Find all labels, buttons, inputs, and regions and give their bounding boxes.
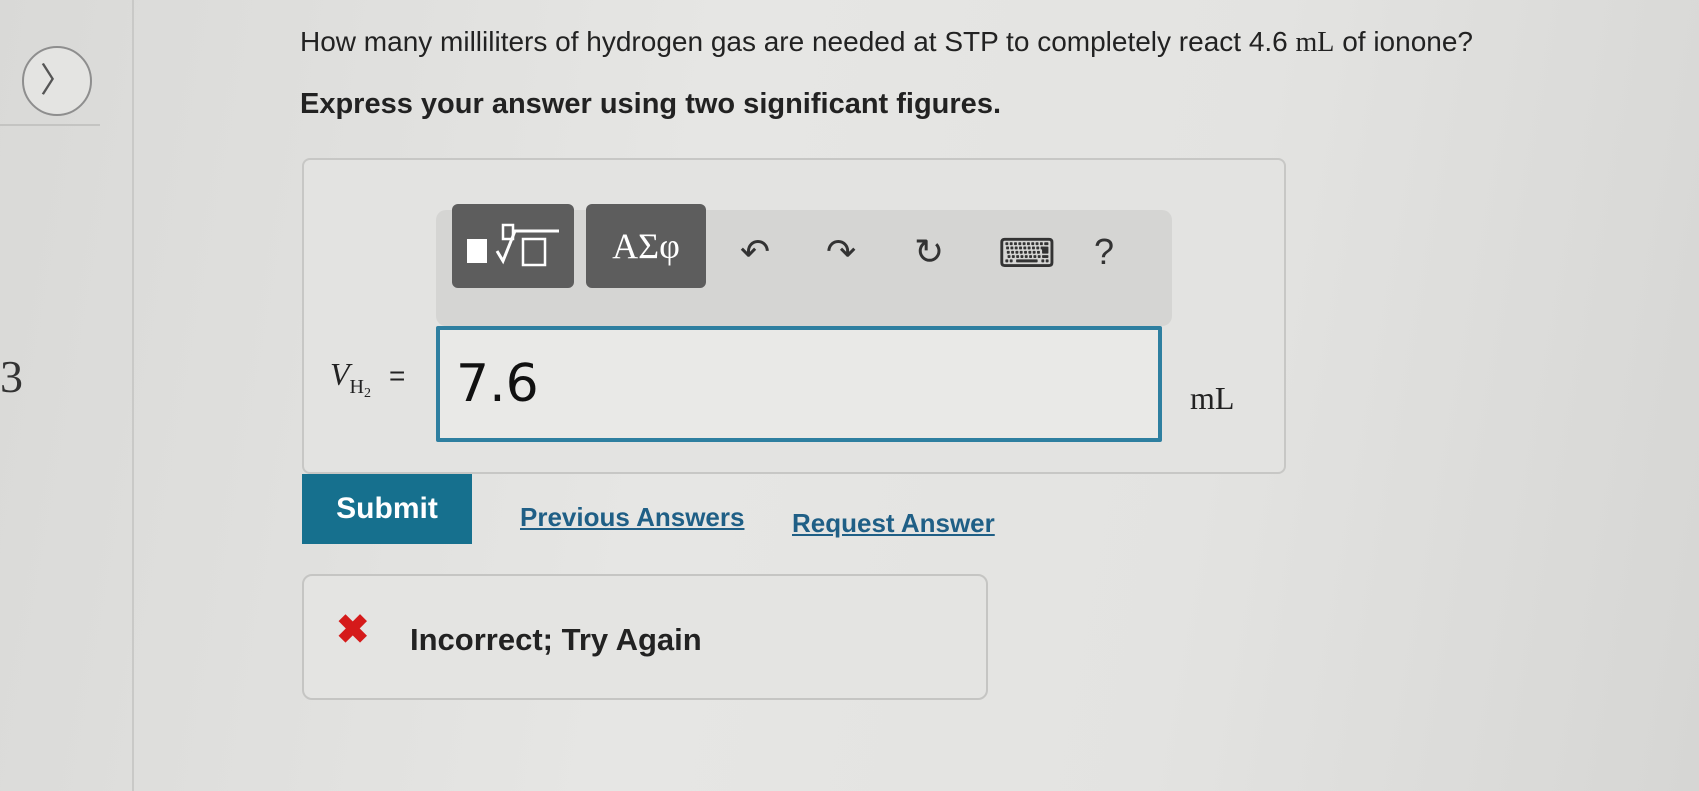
reset-icon[interactable]: ↻ bbox=[914, 234, 944, 270]
redo-icon[interactable]: ↷ bbox=[826, 234, 856, 270]
equals-sign: = bbox=[389, 360, 406, 391]
request-answer-link[interactable]: Request Answer bbox=[792, 508, 995, 539]
question-text-after: of ionone? bbox=[1334, 26, 1473, 57]
next-part-button[interactable]: 〉 bbox=[22, 46, 92, 116]
greek-symbols-button[interactable]: ΑΣφ bbox=[586, 204, 706, 288]
question-text-before: How many milliliters of hydrogen gas are… bbox=[300, 26, 1296, 57]
variable-symbol: V bbox=[330, 356, 350, 392]
answer-input[interactable] bbox=[436, 326, 1162, 442]
content-divider bbox=[132, 0, 134, 791]
sidebar-divider bbox=[0, 124, 100, 126]
chevron-right-icon: 〉 bbox=[40, 62, 74, 100]
templates-button[interactable] bbox=[452, 204, 574, 288]
instruction-text: Express your answer using two significan… bbox=[300, 88, 1001, 120]
templates-icon bbox=[467, 223, 559, 267]
submit-button[interactable]: Submit bbox=[302, 474, 472, 544]
variable-label: VH2 = bbox=[330, 356, 406, 401]
undo-icon[interactable]: ↶ bbox=[740, 234, 770, 270]
help-button[interactable]: ? bbox=[1094, 234, 1114, 270]
question-unit: mL bbox=[1295, 27, 1335, 58]
variable-subscript-number: 2 bbox=[364, 386, 371, 401]
feedback-text: Incorrect; Try Again bbox=[410, 622, 702, 657]
sidebar-number: 3 bbox=[0, 351, 23, 402]
variable-subscript: H bbox=[349, 376, 364, 398]
keyboard-icon[interactable]: ⌨ bbox=[998, 234, 1056, 274]
incorrect-x-icon: ✖ bbox=[336, 608, 370, 652]
answer-unit: mL bbox=[1190, 380, 1235, 416]
question-text: How many milliliters of hydrogen gas are… bbox=[300, 26, 1473, 59]
previous-answers-link[interactable]: Previous Answers bbox=[520, 502, 744, 533]
